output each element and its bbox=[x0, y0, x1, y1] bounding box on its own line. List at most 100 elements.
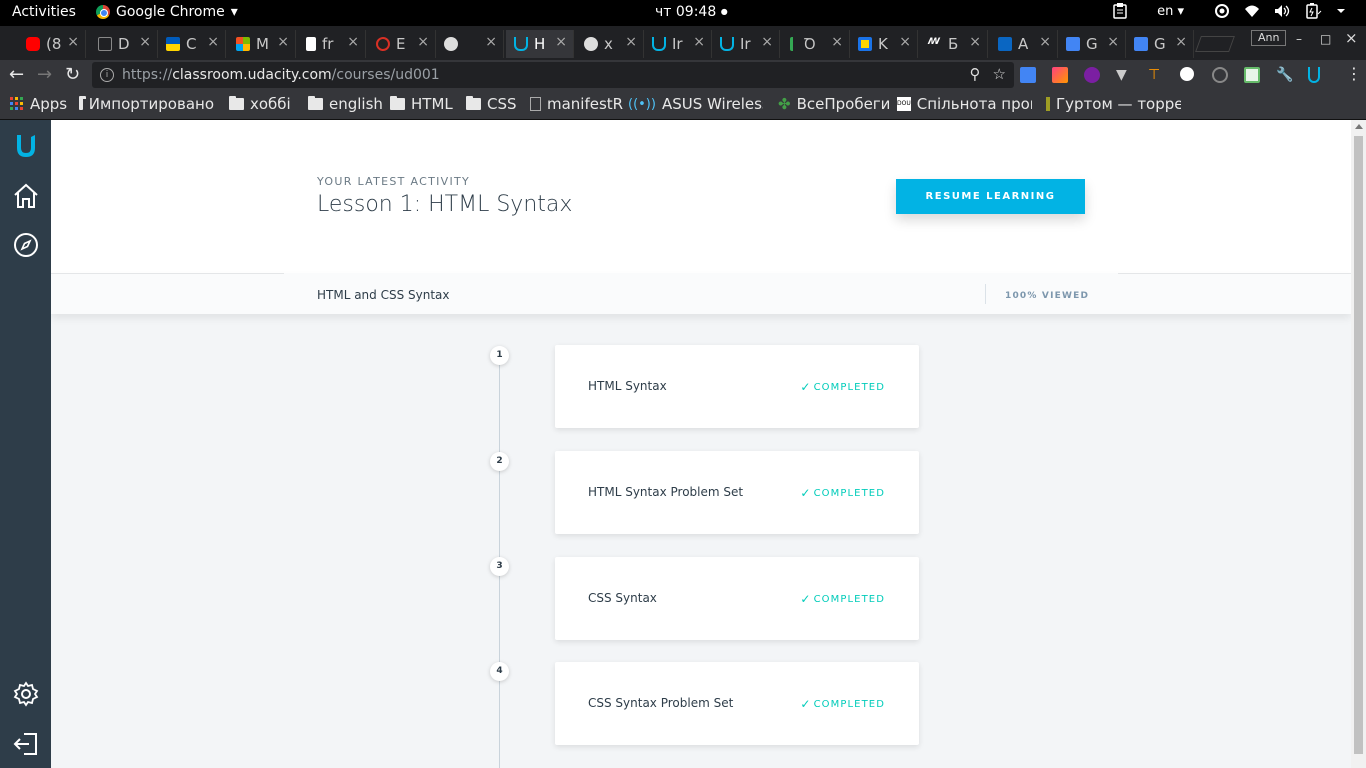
tab-udacity-active[interactable]: H × bbox=[506, 30, 574, 58]
battery-power-icon[interactable] bbox=[1304, 3, 1322, 19]
gnome-extension-icon[interactable] bbox=[1180, 67, 1194, 81]
wrench-extension-icon[interactable]: 🔧 bbox=[1276, 67, 1293, 83]
bookmark-folder-english[interactable]: english bbox=[308, 95, 383, 113]
maximize-button[interactable]: □ bbox=[1320, 32, 1331, 46]
tab-title: Ir bbox=[672, 35, 683, 53]
tab-udacity-3[interactable]: Ir × bbox=[712, 30, 780, 58]
udacity-extension-icon[interactable] bbox=[1308, 67, 1320, 83]
headphones-extension-icon[interactable] bbox=[1084, 67, 1100, 83]
close-icon[interactable]: × bbox=[693, 34, 705, 50]
close-icon[interactable]: × bbox=[831, 34, 843, 50]
branch-extension-icon[interactable]: ⊤ bbox=[1148, 67, 1164, 83]
close-icon[interactable]: × bbox=[207, 34, 219, 50]
close-icon[interactable]: × bbox=[139, 34, 151, 50]
close-icon[interactable]: × bbox=[277, 34, 289, 50]
profile-button[interactable]: Ann bbox=[1251, 30, 1287, 46]
language-indicator[interactable]: en ▾ bbox=[1157, 4, 1184, 19]
compass-icon[interactable] bbox=[12, 231, 40, 259]
close-icon[interactable]: × bbox=[625, 34, 637, 50]
lesson-card[interactable]: HTML Syntax ✓ COMPLETED bbox=[555, 345, 919, 428]
app-menu[interactable]: Google Chrome ▾ bbox=[96, 4, 238, 20]
page-scrollbar[interactable] bbox=[1351, 120, 1366, 768]
tab-translate[interactable]: G × bbox=[1058, 30, 1126, 58]
close-icon[interactable]: × bbox=[899, 34, 911, 50]
clipboard-icon[interactable] bbox=[1113, 3, 1127, 19]
home-icon[interactable] bbox=[12, 182, 40, 210]
close-icon[interactable]: × bbox=[761, 34, 773, 50]
close-window-button[interactable]: × bbox=[1345, 29, 1358, 47]
new-tab-button[interactable] bbox=[1195, 36, 1235, 52]
minimize-button[interactable]: – bbox=[1296, 32, 1302, 46]
close-icon[interactable]: × bbox=[67, 34, 79, 50]
bookmark-asus-wireless[interactable]: ((•)) ASUS Wireless R bbox=[628, 95, 763, 113]
sync-extension-icon[interactable] bbox=[1212, 67, 1228, 83]
reload-button[interactable]: ↻ bbox=[65, 64, 80, 85]
tab-audio[interactable]: Ꝺ × bbox=[782, 30, 850, 58]
bookmark-apps[interactable]: Apps bbox=[10, 95, 67, 113]
hurtom-icon bbox=[1046, 97, 1050, 111]
zoom-icon[interactable]: ⚲ bbox=[970, 65, 981, 83]
resume-learning-button[interactable]: RESUME LEARNING bbox=[896, 179, 1085, 214]
system-tray[interactable]: en ▾ bbox=[1113, 3, 1346, 19]
target-icon[interactable] bbox=[1214, 3, 1230, 19]
translate-extension-icon[interactable] bbox=[1020, 67, 1036, 83]
tab-document[interactable]: D × bbox=[90, 30, 158, 58]
close-icon[interactable]: × bbox=[417, 34, 429, 50]
tab-github[interactable]: × bbox=[436, 30, 504, 58]
lesson-card[interactable]: HTML Syntax Problem Set ✓ COMPLETED bbox=[555, 451, 919, 534]
chevron-down-icon[interactable] bbox=[1336, 7, 1346, 15]
bookmark-icon bbox=[858, 37, 872, 51]
tab-udacity-2[interactable]: Ir × bbox=[644, 30, 712, 58]
bookmark-vseprobegi[interactable]: ✤ ВсеПробеги bbox=[778, 95, 890, 113]
chevron-down-icon: ▾ bbox=[230, 4, 238, 20]
bookmark-label: Apps bbox=[30, 95, 68, 113]
tab-mdn[interactable]: fr × bbox=[298, 30, 366, 58]
scroll-up-arrow-icon[interactable] bbox=[1355, 124, 1363, 129]
logout-icon[interactable] bbox=[12, 730, 40, 758]
activities-button[interactable]: Activities bbox=[12, 4, 76, 20]
close-icon[interactable]: × bbox=[347, 34, 359, 50]
address-bar[interactable]: i https://classroom.udacity.com/courses/… bbox=[92, 62, 1014, 88]
url-text[interactable]: https://classroom.udacity.com/courses/ud… bbox=[122, 67, 440, 83]
close-icon[interactable]: × bbox=[1175, 34, 1187, 50]
lesson-card[interactable]: CSS Syntax Problem Set ✓ COMPLETED bbox=[555, 662, 919, 745]
lesson-card[interactable]: CSS Syntax ✓ COMPLETED bbox=[555, 557, 919, 640]
tab-translate-2[interactable]: G × bbox=[1126, 30, 1194, 58]
close-icon[interactable]: × bbox=[485, 34, 497, 50]
back-button[interactable]: ← bbox=[9, 64, 24, 85]
tab-linkedin[interactable]: A × bbox=[990, 30, 1058, 58]
tab-youtube[interactable]: (8 × bbox=[18, 30, 86, 58]
sheet-extension-icon[interactable] bbox=[1244, 67, 1260, 83]
gear-icon[interactable] bbox=[12, 680, 40, 708]
tab-bookmark[interactable]: K × bbox=[850, 30, 918, 58]
forward-button[interactable]: → bbox=[37, 64, 52, 85]
close-icon[interactable]: × bbox=[1039, 34, 1051, 50]
close-icon[interactable]: × bbox=[1107, 34, 1119, 50]
lesson-status-label: COMPLETED bbox=[813, 487, 885, 499]
close-icon[interactable]: × bbox=[969, 34, 981, 50]
tab-mts[interactable]: ꟿ Б × bbox=[920, 30, 988, 58]
color-picker-extension-icon[interactable] bbox=[1052, 67, 1068, 83]
udacity-logo-icon[interactable] bbox=[12, 132, 40, 160]
tab-microsoft[interactable]: M × bbox=[228, 30, 296, 58]
clock[interactable]: чт 09:48 ● bbox=[655, 4, 728, 20]
bookmark-folder-html[interactable]: HTML bbox=[390, 95, 453, 113]
wifi-icon[interactable] bbox=[1244, 4, 1260, 18]
bookmark-folder-hobby[interactable]: хоббі bbox=[229, 95, 291, 113]
info-icon[interactable]: i bbox=[100, 68, 114, 82]
tab-title: K bbox=[878, 35, 888, 53]
star-icon[interactable]: ☆ bbox=[993, 65, 1006, 83]
scrollbar-thumb[interactable] bbox=[1354, 136, 1363, 754]
bookmark-folder-css[interactable]: CSS bbox=[466, 95, 517, 113]
bookmark-dou[interactable]: DOU Спільнота програ bbox=[897, 95, 1032, 113]
tab-ninja[interactable]: E × bbox=[368, 30, 436, 58]
bookmark-folder-imported[interactable]: Импортировано bbox=[79, 95, 214, 113]
vue-extension-icon[interactable]: ▼ bbox=[1116, 67, 1132, 83]
bookmark-manifestr[interactable]: manifestR bbox=[530, 95, 623, 113]
menu-icon[interactable]: ⋮ bbox=[1346, 64, 1362, 83]
close-icon[interactable]: × bbox=[555, 34, 567, 50]
tab-github-2[interactable]: x × bbox=[576, 30, 644, 58]
volume-icon[interactable] bbox=[1274, 4, 1290, 18]
bookmark-hurtom[interactable]: Гуртом — торре bbox=[1046, 95, 1181, 113]
tab-flag[interactable]: C × bbox=[158, 30, 226, 58]
